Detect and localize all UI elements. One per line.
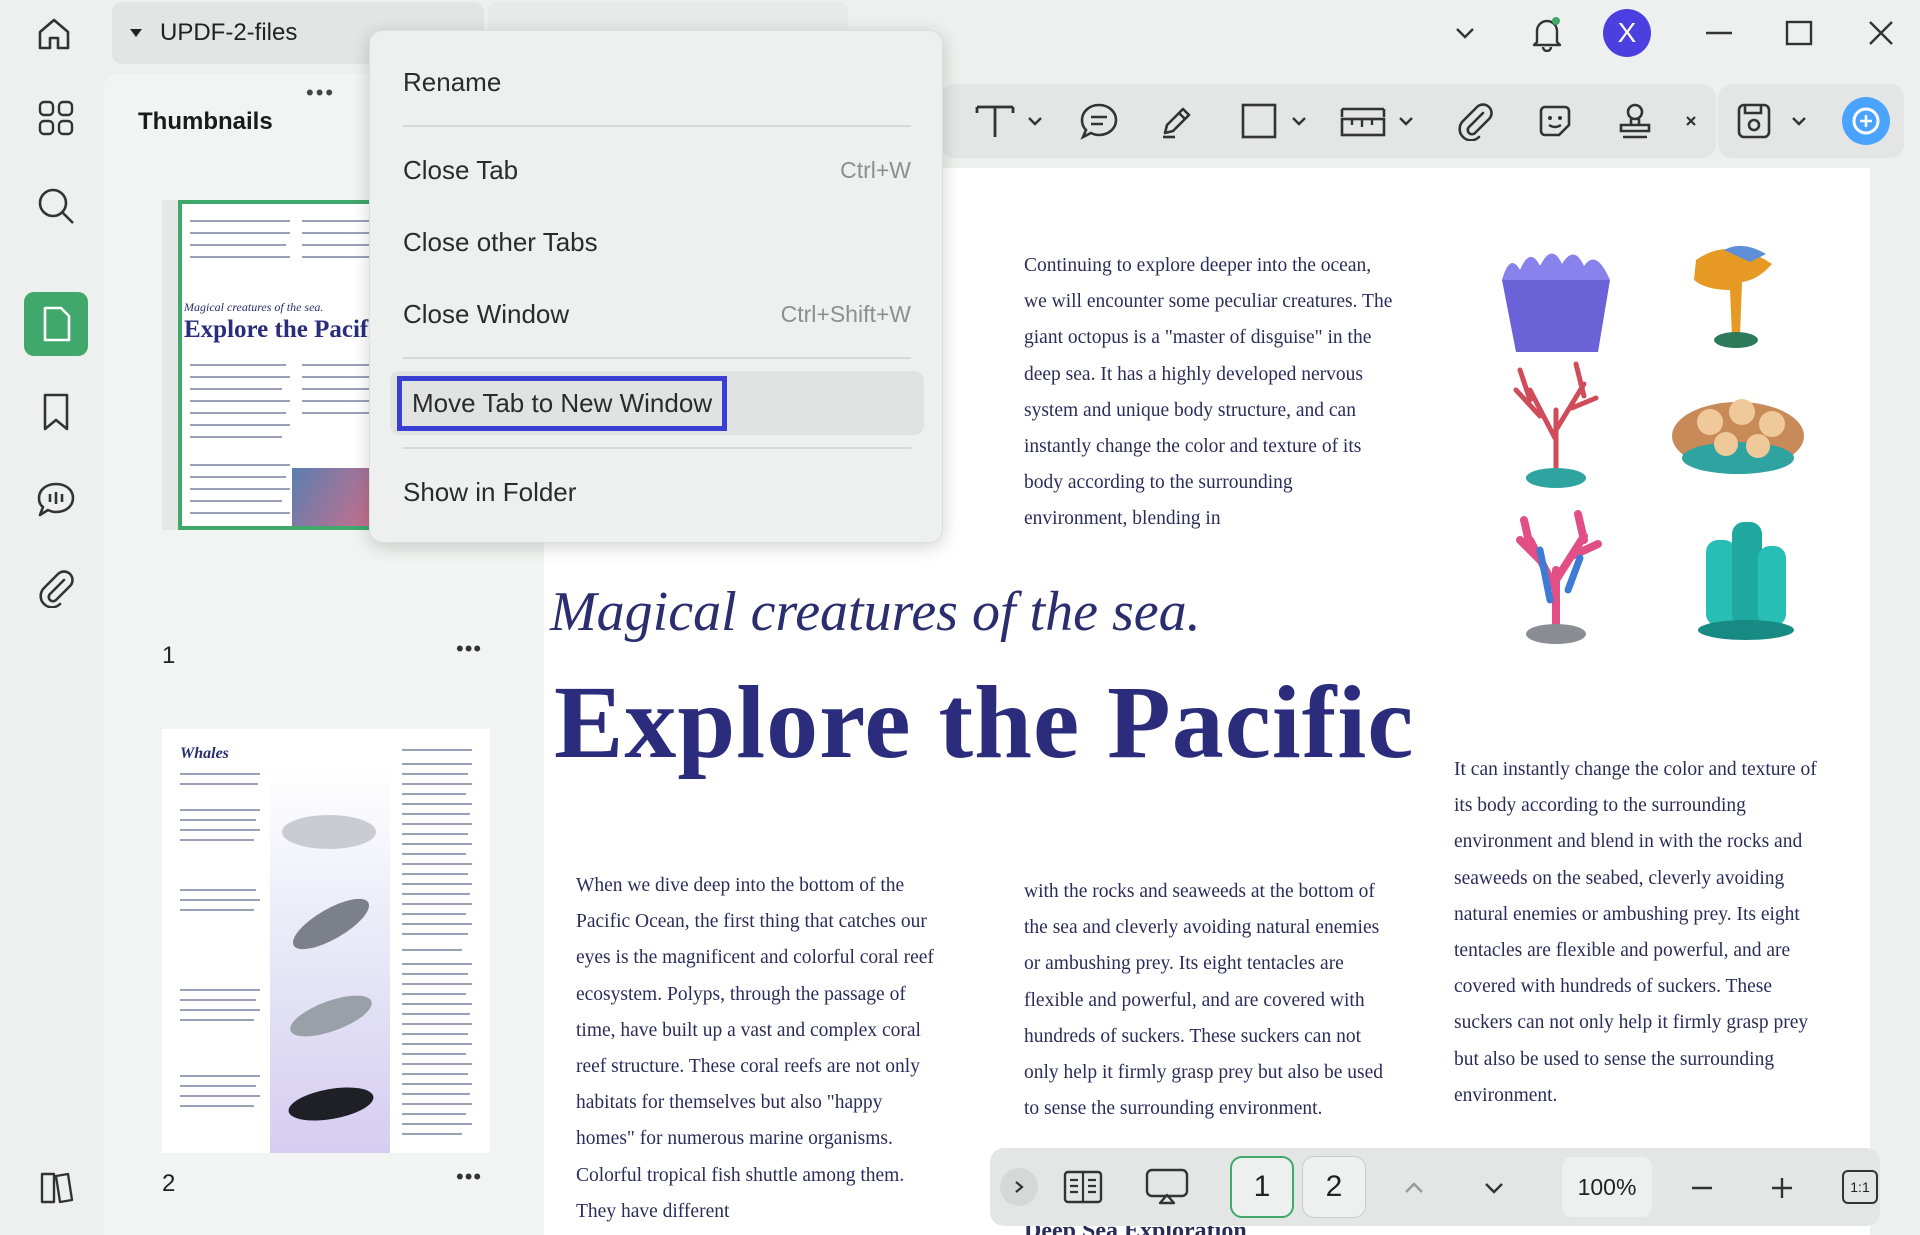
zoom-level[interactable]: 100% (1562, 1157, 1652, 1217)
panel-title: Thumbnails (138, 108, 273, 135)
title-bar: UPDF-2-files X (0, 0, 1920, 66)
menu-item-close-other-tabs[interactable]: Close other Tabs (370, 215, 944, 269)
attach-file-icon[interactable] (1450, 96, 1500, 146)
comments-icon[interactable] (24, 468, 88, 532)
panel-drag-handle[interactable]: ••• (306, 80, 335, 106)
secondary-toolbar (1718, 84, 1904, 158)
close-toolbar-icon[interactable] (1676, 96, 1706, 146)
shape-tool-icon[interactable] (1236, 96, 1316, 146)
menu-item-label: Close other Tabs (403, 226, 598, 257)
annotation-toolbar (940, 84, 1716, 158)
home-icon[interactable] (32, 12, 76, 56)
menu-item-move-tab-to-new-window[interactable]: Move Tab to New Window (390, 371, 924, 435)
menu-item-close-tab[interactable]: Close Tab Ctrl+W (370, 143, 944, 197)
pencil-tool-icon[interactable] (1152, 96, 1202, 146)
column-2-text: with the rocks and seaweeds at the botto… (1024, 881, 1384, 1120)
organize-pages-icon[interactable] (24, 86, 88, 150)
menu-item-label: Close Window (403, 298, 570, 329)
pdf-library-icon[interactable] (24, 1156, 88, 1220)
actual-size-button[interactable]: 1:1 (1842, 1170, 1878, 1204)
thumbnail-subtitle: Magical creatures of the sea. (184, 300, 324, 314)
document-title: Explore the Pacific (554, 665, 1415, 780)
page-display-icon[interactable] (1058, 1162, 1108, 1212)
notification-bell-icon[interactable] (1522, 10, 1572, 56)
menu-separator (403, 125, 911, 127)
thumbnail-more-icon[interactable]: ••• (456, 636, 482, 662)
thumbnail-page-number: 1 (162, 642, 176, 669)
column-3-text: It can instantly change the color and te… (1454, 759, 1817, 1106)
comment-tool-icon[interactable] (1074, 96, 1124, 146)
user-avatar[interactable]: X (1603, 9, 1651, 57)
minimize-icon[interactable] (1696, 10, 1742, 56)
previous-page-icon[interactable] (1394, 1168, 1434, 1208)
stamp-tool-icon[interactable] (1610, 96, 1660, 146)
left-tool-rail (0, 74, 104, 1235)
maximize-icon[interactable] (1776, 10, 1822, 56)
ai-assistant-icon[interactable] (1838, 96, 1894, 146)
tabs-dropdown-chevron-icon[interactable] (1442, 10, 1488, 56)
attachment-icon[interactable] (24, 556, 88, 620)
expand-bar-icon[interactable] (1000, 1168, 1038, 1206)
page-2-button[interactable]: 2 (1302, 1156, 1366, 1218)
thumbnail-heading: Whales (180, 745, 229, 762)
menu-item-rename[interactable]: Rename (370, 55, 944, 109)
save-icon[interactable] (1730, 96, 1820, 146)
thumbnail-page-2[interactable]: Whales (162, 729, 490, 1153)
tab-context-menu: Rename Close Tab Ctrl+W Close other Tabs… (369, 30, 943, 543)
zoom-in-icon[interactable] (1762, 1168, 1802, 1208)
menu-separator (403, 447, 911, 449)
document-subtitle: Magical creatures of the sea. (550, 581, 1201, 643)
page-navigation-bar: 1 2 100% 1:1 (990, 1148, 1880, 1226)
thumbnail-more-icon[interactable]: ••• (456, 1164, 482, 1190)
close-window-icon[interactable] (1858, 10, 1904, 56)
sticker-tool-icon[interactable] (1530, 96, 1580, 146)
tab-menu-caret-icon[interactable] (130, 29, 142, 37)
coral-illustrations (1480, 240, 1812, 652)
thumbnail-title: Explore the Pacific (184, 316, 387, 343)
menu-item-label: Move Tab to New Window (397, 375, 728, 431)
measure-tool-icon[interactable] (1340, 96, 1420, 146)
next-page-icon[interactable] (1474, 1168, 1514, 1208)
thumbnail-image: Whales (162, 729, 490, 1153)
menu-item-label: Show in Folder (403, 476, 577, 507)
zoom-out-icon[interactable] (1682, 1168, 1722, 1208)
menu-item-label: Close Tab (403, 154, 519, 185)
menu-item-label: Rename (403, 66, 502, 97)
thumbnail-page-number: 2 (162, 1170, 176, 1197)
bookmark-icon[interactable] (24, 380, 88, 444)
menu-item-shortcut: Ctrl+W (840, 156, 911, 183)
tab-title: UPDF-2-files (160, 19, 298, 46)
menu-item-shortcut: Ctrl+Shift+W (780, 300, 911, 327)
page-1-button[interactable]: 1 (1230, 1156, 1294, 1218)
intro-paragraph: Continuing to explore deeper into the oc… (1024, 255, 1393, 530)
search-icon[interactable] (24, 174, 88, 238)
menu-item-close-window[interactable]: Close Window Ctrl+Shift+W (370, 287, 944, 341)
menu-item-show-in-folder[interactable]: Show in Folder (370, 465, 944, 519)
text-tool-icon[interactable] (970, 96, 1050, 146)
column-1-text: When we dive deep into the bottom of the… (576, 875, 934, 1222)
thumbnails-icon[interactable] (24, 292, 88, 356)
menu-separator (403, 357, 911, 359)
slideshow-icon[interactable] (1140, 1162, 1194, 1212)
